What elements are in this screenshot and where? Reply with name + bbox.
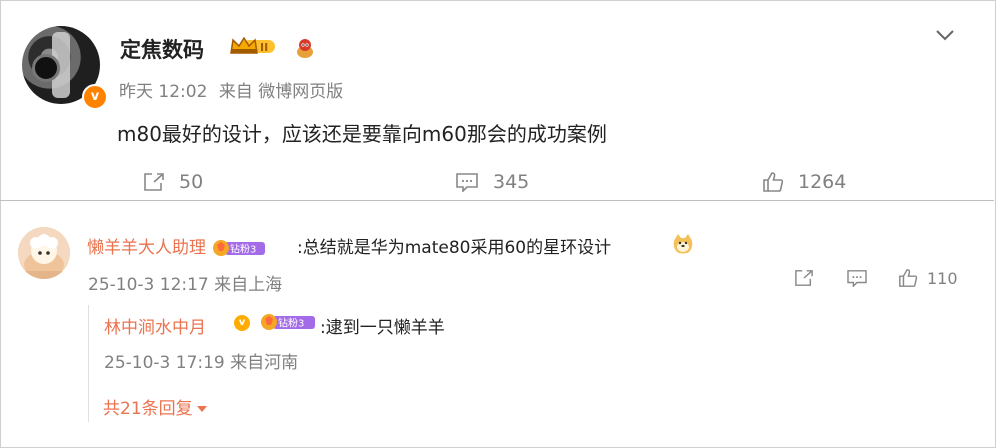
commenter-name-text[interactable]: 懒羊羊大人助理 <box>87 238 206 258</box>
comment-icon[interactable] <box>846 269 868 287</box>
chevron-down-icon[interactable] <box>935 28 955 42</box>
more-replies-label[interactable]: 共21条回复 <box>103 399 193 419</box>
verified-icon: v <box>82 84 108 110</box>
like-count: 1264 <box>798 171 847 193</box>
share-count: 50 <box>179 171 204 193</box>
reply-author-name[interactable]: 林中涧水中月 <box>104 313 206 338</box>
reply-divider <box>88 305 89 422</box>
post-card: v 定焦数码 II 昨天 12:02 来自 微博网页版 m80最好的设计，应该还… <box>0 0 994 201</box>
fan-badge-text: 钻粉3 <box>278 317 304 330</box>
comment-icon <box>456 173 478 192</box>
comment-meta: 25-10-3 12:17 来自上海 <box>88 270 282 295</box>
vip-crown-icon: II <box>230 36 275 54</box>
commenter-avatar[interactable] <box>18 227 70 279</box>
more-replies-link[interactable]: 共21条回复 <box>103 394 207 419</box>
comment-text: :总结就是华为mate80采用60的星环设计 <box>297 238 612 258</box>
thumbs-up-icon[interactable] <box>898 268 918 288</box>
comment-actions: 110 <box>794 266 958 290</box>
post-source: 来自 微博网页版 <box>218 82 344 102</box>
doge-emoji-icon <box>673 234 693 254</box>
comment-like-count: 110 <box>927 268 958 288</box>
avatar-detail <box>32 54 60 82</box>
sheep-avatar-icon <box>18 227 70 279</box>
vip-level-text: II <box>260 41 268 54</box>
share-icon[interactable] <box>794 269 814 287</box>
mascot-icon <box>297 39 313 58</box>
thumbs-up-icon <box>763 172 784 192</box>
fan-badge-icon: 钻粉3 <box>213 240 266 256</box>
fan-badge-text: 钻粉3 <box>230 243 256 256</box>
comment-button[interactable]: 345 <box>455 170 529 194</box>
post-meta: 昨天 12:02 来自 微博网页版 <box>119 77 343 102</box>
fan-badge-icon: 钻粉3 <box>261 314 315 330</box>
author-name[interactable]: 定焦数码 <box>120 34 204 64</box>
verified-icon: v <box>234 315 250 331</box>
post-time[interactable]: 昨天 12:02 <box>119 82 207 102</box>
commenter-name[interactable]: 懒羊羊大人助理 钻粉3 <box>87 233 267 258</box>
share-icon <box>144 173 164 191</box>
comment-location: 来自上海 <box>214 275 283 295</box>
like-button[interactable]: 1264 <box>762 170 846 194</box>
share-button[interactable]: 50 <box>143 170 203 194</box>
reply-text: :逮到一只懒羊羊 <box>320 318 445 338</box>
post-text: m80最好的设计，应该还是要靠向m60那会的成功案例 <box>117 122 607 146</box>
reply-meta: 25-10-3 17:19 来自河南 <box>104 348 298 373</box>
reply-time: 25-10-3 17:19 <box>104 353 225 373</box>
comment-count: 345 <box>493 171 530 193</box>
comment-time: 25-10-3 12:17 <box>88 275 209 295</box>
caret-down-icon <box>196 406 207 412</box>
reply-location: 来自河南 <box>230 353 299 373</box>
